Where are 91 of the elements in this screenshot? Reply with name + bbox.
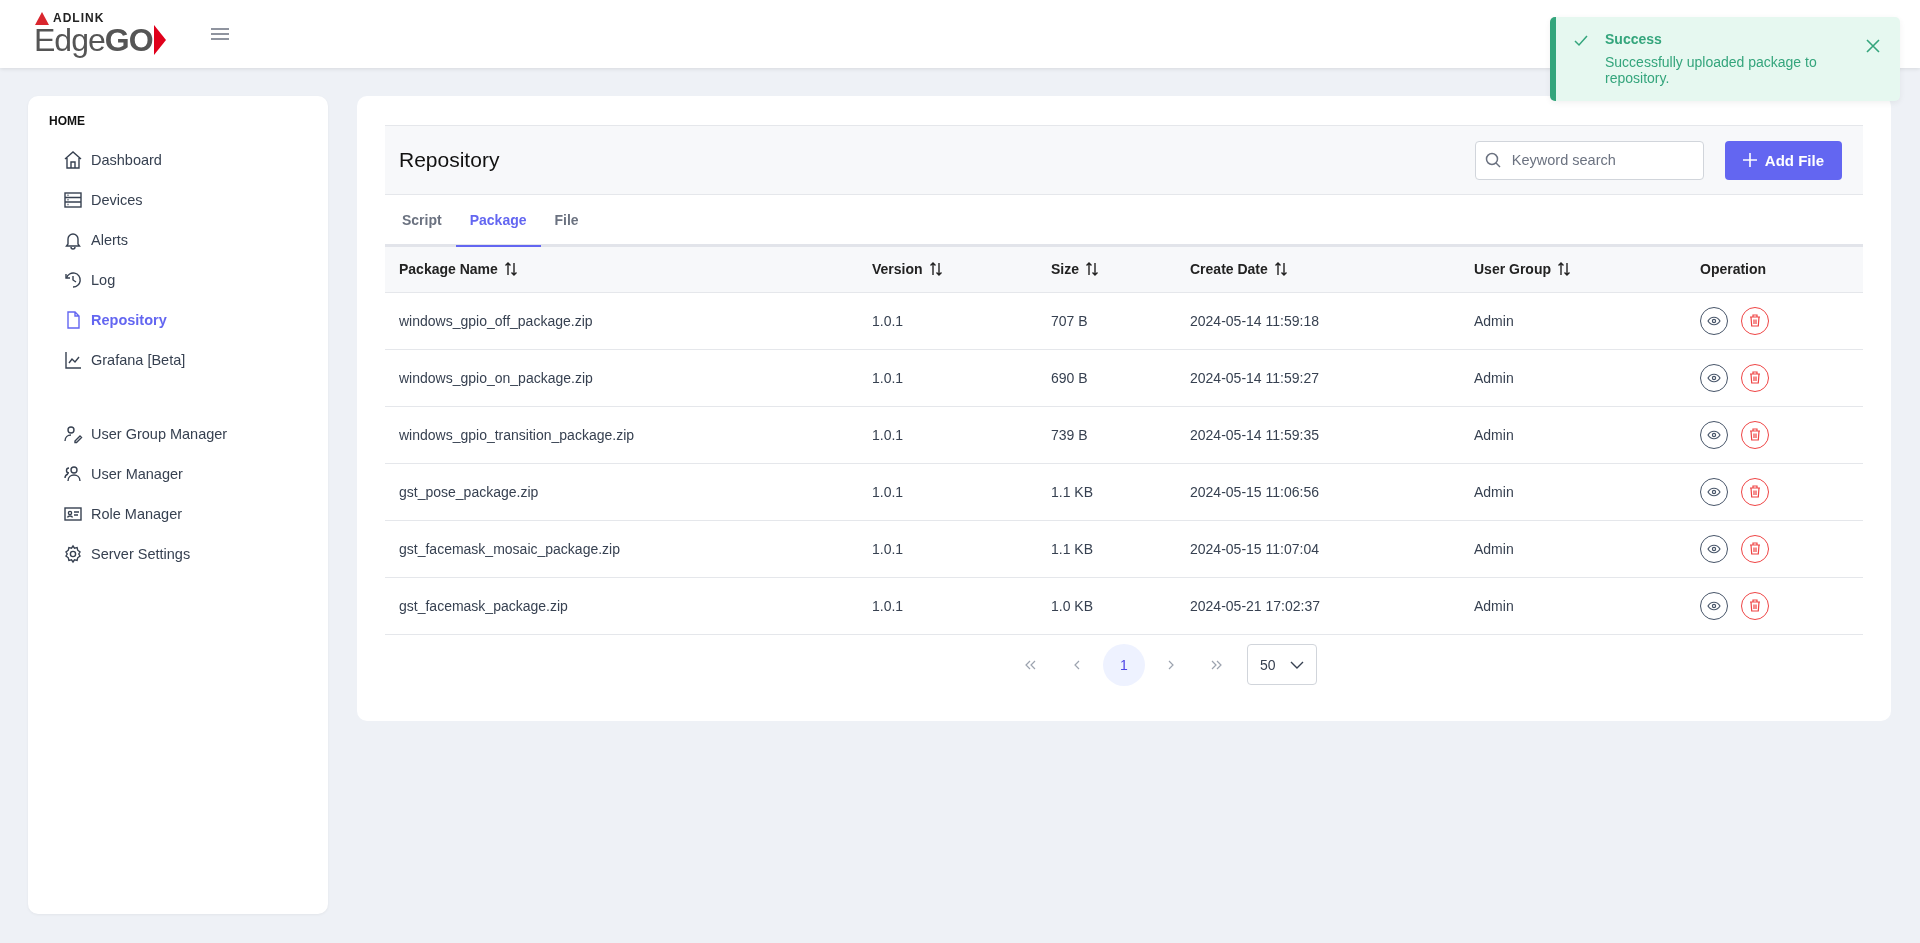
table-cell: 2024-05-15 11:06:56 [1190,483,1319,500]
table-cell: 1.0.1 [872,597,904,614]
add-file-button[interactable]: Add File [1724,140,1842,180]
table-cell: windows_gpio_transition_package.zip [399,426,635,443]
page-size-select[interactable]: 50 [1247,644,1317,685]
view-icon[interactable] [1700,420,1728,449]
table-cell: windows_gpio_off_package.zip [399,312,593,329]
column-header: Package Name [399,261,498,278]
page-button[interactable]: 1 [1103,643,1145,686]
tab[interactable]: File [540,195,593,247]
tab[interactable]: Script [388,195,456,247]
table-cell: 1.0.1 [872,369,904,386]
logo-arrow-icon [153,25,166,55]
table-cell: Admin [1474,426,1514,443]
view-icon[interactable] [1700,591,1728,620]
table-cell: windows_gpio_on_package.zip [399,369,593,386]
sort-icon[interactable] [1557,262,1571,277]
sidebar-item[interactable]: Dashboard [49,140,162,180]
table-cell: 1.0.1 [872,312,904,329]
users-icon [63,464,83,484]
trash-icon[interactable] [1741,306,1769,335]
table-cell: 2024-05-14 11:59:27 [1190,369,1319,386]
page-title: Repository [399,148,501,172]
table-cell: 1.1 KB [1051,483,1094,500]
table-cell: Admin [1474,540,1514,557]
trash-icon[interactable] [1741,477,1769,506]
gear-icon [63,544,83,564]
table-cell: Admin [1474,369,1514,386]
table-cell: 2024-05-14 11:59:18 [1190,312,1319,329]
check-icon [1574,35,1588,47]
section-heading: HOME [49,114,86,128]
caret-icon [1290,660,1304,669]
table-cell: 2024-05-15 11:07:04 [1190,540,1319,557]
search-icon [1484,151,1501,168]
search-field[interactable]: Keyword search [1474,140,1704,180]
table-cell: gst_facemask_package.zip [399,597,568,614]
column-header: Size [1051,261,1079,278]
table-cell: gst_pose_package.zip [399,483,539,500]
toast-title: Success [1605,31,1663,47]
table-cell: Admin [1474,483,1514,500]
column-header: Operation [1700,261,1767,278]
user-edit-icon [63,424,83,444]
sort-icon[interactable] [1273,262,1288,277]
bell-icon [63,230,83,250]
table-cell: Admin [1474,597,1514,614]
sort-icon[interactable] [928,262,943,277]
close-icon[interactable] [1866,39,1880,55]
table-cell: 690 B [1051,369,1088,386]
table-cell: 2024-05-14 11:59:35 [1190,426,1319,443]
column-header: User Group [1474,261,1551,278]
history-icon [63,270,83,290]
table-cell: Admin [1474,312,1514,329]
table-cell: gst_facemask_mosaic_package.zip [399,540,620,557]
trash-icon[interactable] [1741,591,1769,620]
sidebar-item[interactable]: User Manager [49,454,183,494]
id-card-icon [63,504,83,524]
server-icon [63,190,83,210]
view-icon[interactable] [1700,363,1728,392]
column-header: Version [872,261,923,278]
column-header: Create Date [1190,261,1268,278]
sort-icon[interactable] [1085,262,1099,277]
table-cell: 1.1 KB [1051,540,1094,557]
view-icon[interactable] [1700,306,1728,335]
sidebar-item[interactable]: Repository [49,300,167,340]
sidebar-item[interactable]: Grafana [Beta] [49,340,186,380]
table-cell: 1.0.1 [872,483,904,500]
home-icon [63,150,83,170]
sidebar-item[interactable]: User Group Manager [49,414,228,454]
trash-icon[interactable] [1741,534,1769,563]
table-cell: 707 B [1051,312,1088,329]
table-cell: 739 B [1051,426,1088,443]
chart-icon [63,350,83,370]
table-cell: 2024-05-21 17:02:37 [1190,597,1320,614]
sidebar-item[interactable]: Devices [49,180,143,220]
sort-icon[interactable] [503,262,518,277]
plus-icon [1742,153,1757,167]
trash-icon[interactable] [1741,363,1769,392]
sidebar-item[interactable]: Log [49,260,116,300]
product-name: EdgeGO [34,23,153,57]
trash-icon[interactable] [1741,420,1769,449]
sidebar-item[interactable]: Role Manager [49,494,183,534]
toast-message: Successfully uploaded package to repository. [1605,54,1818,86]
table-cell: 1.0.1 [872,426,904,443]
table-cell: 1.0.1 [872,540,904,557]
sidebar-item[interactable]: Alerts [49,220,129,260]
brand-name: ADLINK [53,11,105,25]
view-icon[interactable] [1700,534,1728,563]
table-cell: 1.0 KB [1051,597,1094,614]
view-icon[interactable] [1700,477,1728,506]
logo-mark-icon [35,11,49,25]
sidebar-item[interactable]: Server Settings [49,534,191,574]
